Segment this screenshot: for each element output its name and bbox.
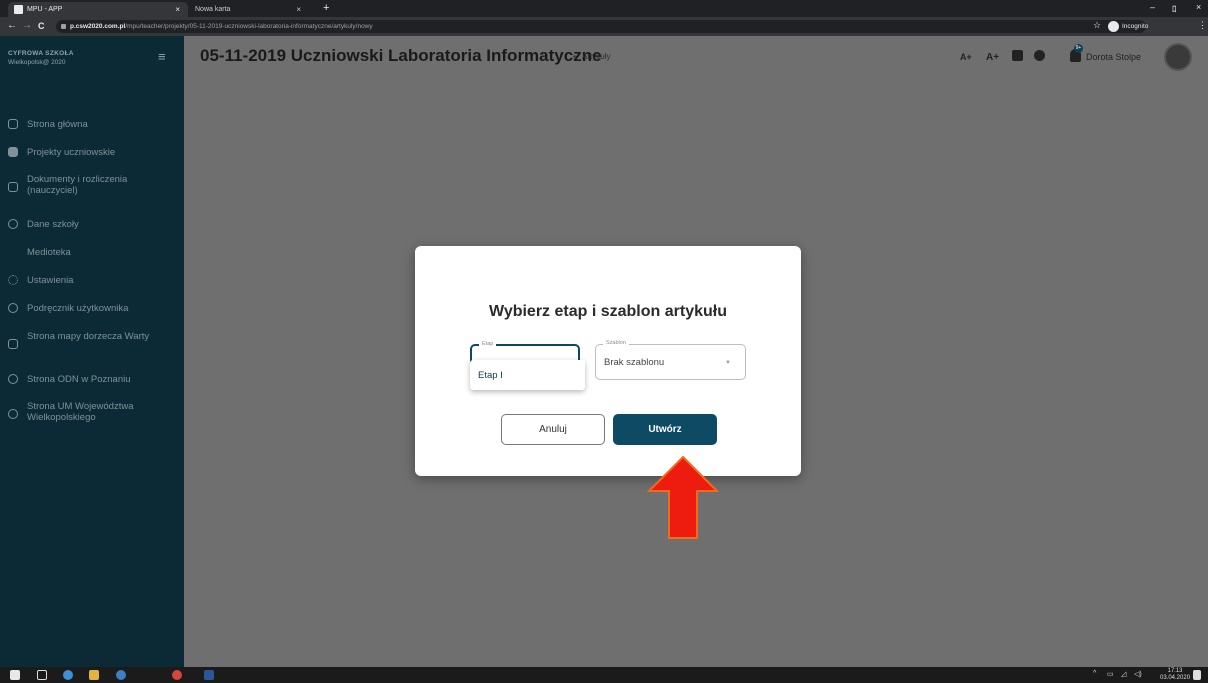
system-clock[interactable]: 17:13 03.04.2020 <box>1160 668 1190 682</box>
user-name[interactable]: Dorota Stolpe <box>1086 52 1141 62</box>
brand-area: CYFROWA SZKOŁA Wielkopolsk@ 2020 ≡ <box>0 36 184 79</box>
avatar[interactable] <box>1164 43 1192 71</box>
sidebar-item-label: Projekty uczniowskie <box>27 147 116 158</box>
sidebar-item-label: Strona UM Województwa Wielkopolskiego <box>27 401 134 423</box>
restore-button[interactable]: ﾛ <box>1172 2 1177 15</box>
home-icon <box>8 119 18 129</box>
new-tab-button[interactable]: + <box>323 2 329 15</box>
hamburger-menu-icon[interactable]: ≡ <box>158 50 166 63</box>
task-view-icon[interactable] <box>37 670 47 680</box>
sidebar-item-label: Dane szkoły <box>27 219 79 230</box>
tray-expand-icon[interactable]: ^ <box>1093 670 1096 677</box>
app-header: CYFROWA SZKOŁA Wielkopolsk@ 2020 ≡ 05-11… <box>0 36 1208 79</box>
sidebar: Strona główna Projekty uczniowskie Dokum… <box>0 79 184 667</box>
annotation-arrow-icon <box>647 455 719 539</box>
clock-date: 03.04.2020 <box>1160 675 1191 681</box>
globe-icon <box>8 409 18 419</box>
window-close-button[interactable]: × <box>1196 2 1201 12</box>
volume-icon[interactable]: ◁) <box>1134 670 1142 678</box>
school-icon <box>8 219 18 229</box>
url-host: p.csw2020.com.pl <box>70 23 126 30</box>
incognito-indicator[interactable]: Incognito <box>1108 20 1148 33</box>
sidebar-item-label: Strona mapy dorzecza Warty <box>27 331 150 342</box>
breadcrumb-separator: • <box>573 52 576 61</box>
globe-icon <box>8 374 18 384</box>
sidebar-item-label: Dokumenty i rozliczenia (nauczyciel) <box>27 174 128 196</box>
incognito-icon <box>1108 21 1119 32</box>
create-button[interactable]: Utwórz <box>613 414 717 445</box>
breadcrumb[interactable]: Artykuły <box>582 52 610 61</box>
etap-label: Etap <box>479 341 497 347</box>
forward-button[interactable]: → <box>22 20 32 32</box>
tab-new-tab[interactable]: Nowa karta × <box>189 2 309 17</box>
brand-tagline: Wielkopolsk@ 2020 <box>8 59 66 66</box>
tab-title: Nowa karta <box>195 6 231 13</box>
wifi-icon[interactable]: ◿ <box>1121 670 1126 678</box>
chevron-down-icon: ▼ <box>725 360 731 366</box>
szablon-label: Szablon <box>603 340 629 346</box>
dialog-title: Wybierz etap i szablon artykułu <box>489 303 727 320</box>
sidebar-item-label: Podręcznik użytkownika <box>27 303 129 314</box>
address-bar[interactable]: p.csw2020.com.pl/mpu/teacher/projekty/05… <box>56 20 1146 33</box>
app-favicon-icon <box>14 5 23 14</box>
document-icon <box>8 182 18 192</box>
notification-badge: 9+ <box>1074 44 1083 53</box>
incognito-label: Incognito <box>1122 23 1149 30</box>
font-larger-button[interactable]: A+ <box>960 52 972 62</box>
browser-toolbar: ← → C p.csw2020.com.pl/mpu/teacher/proje… <box>0 17 1208 36</box>
tab-close-icon[interactable]: × <box>296 5 301 14</box>
word-icon[interactable] <box>204 670 214 680</box>
tab-title: MPU - APP <box>27 6 63 13</box>
url-path: /mpu/teacher/projekty/05-11-2019-uczniow… <box>125 23 373 30</box>
cancel-button[interactable]: Anuluj <box>501 414 605 445</box>
browser-menu-icon[interactable]: ⋮ <box>1198 20 1207 31</box>
szablon-select[interactable]: Szablon Brak szablonu ▼ <box>595 340 746 380</box>
brand-name: CYFROWA SZKOŁA <box>8 50 74 57</box>
tab-mpu-app[interactable]: MPU - APP × <box>8 2 188 17</box>
help-icon[interactable] <box>1034 50 1045 61</box>
sidebar-item-label: Medioteka <box>27 247 71 258</box>
network-icon[interactable]: ▭ <box>1107 670 1114 678</box>
calendar-icon <box>8 147 18 157</box>
page-title: 05-11-2019 Uczniowski Laboratoria Inform… <box>200 46 602 65</box>
sidebar-item-label: Strona główna <box>27 119 88 130</box>
szablon-value: Brak szablonu <box>604 357 665 368</box>
windows-taskbar: ^ ▭ ◿ ◁) 17:13 03.04.2020 <box>0 667 1208 683</box>
map-icon <box>8 339 18 349</box>
help-circle-icon <box>8 303 18 313</box>
article-template-dialog: Wybierz etap i szablon artykułu Etap Sza… <box>415 246 801 476</box>
sidebar-item-label: Ustawienia <box>27 275 74 286</box>
notifications-icon[interactable] <box>1193 670 1201 680</box>
gear-icon <box>8 275 18 285</box>
file-explorer-icon[interactable] <box>89 670 99 680</box>
back-button[interactable]: ← <box>7 20 17 32</box>
contrast-icon[interactable] <box>1012 50 1023 61</box>
etap-option-etap-i[interactable]: Etap I <box>478 370 503 381</box>
etap-dropdown-menu: Etap I <box>470 360 585 390</box>
chrome-icon[interactable] <box>172 670 182 680</box>
browser-tab-bar: MPU - APP × Nowa karta × + – ﾛ × <box>0 0 1208 17</box>
clock-time: 17:13 <box>1167 668 1183 674</box>
sidebar-item-label: Strona ODN w Poznaniu <box>27 374 131 385</box>
lock-icon <box>61 24 66 29</box>
reload-button[interactable]: C <box>38 20 45 32</box>
windows-start-icon[interactable] <box>10 670 20 680</box>
bookmark-star-icon[interactable]: ☆ <box>1093 20 1101 31</box>
tab-close-icon[interactable]: × <box>175 5 180 14</box>
font-largest-button[interactable]: A+ <box>986 52 999 63</box>
app-icon[interactable] <box>116 670 126 680</box>
minimize-button[interactable]: – <box>1150 2 1155 12</box>
edge-icon[interactable] <box>63 670 73 680</box>
